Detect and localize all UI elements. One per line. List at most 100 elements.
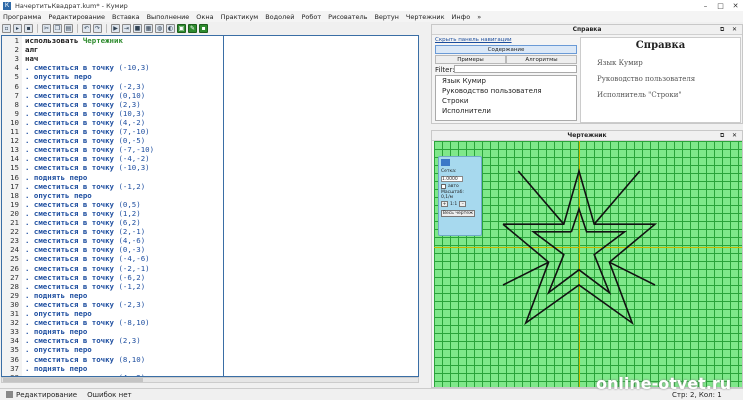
code-line[interactable]: 32 . сместиться в точку (-8,10) (2, 318, 222, 327)
grid-step-input[interactable]: 1.0000 (441, 176, 463, 182)
code-editor[interactable]: 1 использовать Чертежник 2 алг 3 нач 4 . смести… (1, 35, 419, 377)
tab-examples[interactable]: Примеры (435, 55, 506, 64)
tree-item-strings[interactable]: Строки (436, 96, 576, 106)
menu-item-7[interactable]: Робот (302, 13, 322, 21)
code-line[interactable]: 3 нач (2, 54, 222, 63)
stop-icon[interactable]: ■ (133, 24, 142, 33)
code-line[interactable]: 1 использовать Чертежник (2, 36, 222, 45)
code-line[interactable]: 34 . сместиться в точку (2,3) (2, 336, 222, 345)
tree-item-executors[interactable]: Исполнители (436, 106, 576, 116)
code-line[interactable]: 6 . сместиться в точку (-2,3) (2, 82, 222, 91)
step-icon[interactable]: ⇥ (122, 24, 131, 33)
zoom-in-button[interactable]: + (441, 201, 448, 207)
code-line[interactable]: 27 . сместиться в точку (-6,2) (2, 273, 222, 282)
tree-item-user-guide[interactable]: Руководство пользователя (436, 86, 576, 96)
code-line[interactable]: 37 . поднять перо (2, 364, 222, 373)
code-line[interactable]: 9 . сместиться в точку (10,3) (2, 109, 222, 118)
code-line[interactable]: 8 . сместиться в точку (2,3) (2, 100, 222, 109)
doc-link-strings[interactable]: Исполнитель "Строки" (597, 91, 740, 99)
menu-item-3[interactable]: Выполнение (147, 13, 190, 21)
menu-item-0[interactable]: Программа (3, 13, 41, 21)
redo-icon[interactable]: ↷ (93, 24, 102, 33)
editor-margin-divider[interactable] (223, 36, 224, 376)
fit-drawing-button[interactable]: Весь чертеж (441, 210, 475, 217)
robot-icon[interactable]: ▦ (144, 24, 153, 33)
turtle-icon[interactable]: ▣ (177, 24, 186, 33)
menu-icon[interactable] (441, 159, 450, 166)
hide-navigation-link[interactable]: Скрыть панель навигации (435, 37, 512, 43)
minimize-button[interactable]: – (698, 2, 713, 10)
code-line[interactable]: 26 . сместиться в точку (-2,-1) (2, 264, 222, 273)
info-icon[interactable]: ▪ (199, 24, 208, 33)
save-icon[interactable]: ▪ (24, 24, 33, 33)
contents-button[interactable]: Содержание (435, 45, 577, 54)
code-line[interactable]: 25 . сместиться в точку (-4,-6) (2, 254, 222, 263)
run-icon[interactable]: ▶ (111, 24, 120, 33)
filter-input[interactable] (454, 65, 577, 73)
code-token: (2,3) (118, 336, 141, 346)
ratio-label[interactable]: 1:1 (450, 202, 457, 207)
code-line[interactable]: 21 . сместиться в точку (6,2) (2, 218, 222, 227)
code-line[interactable]: 5 . опустить перо (2, 72, 222, 81)
menu-item-9[interactable]: Вертун (374, 13, 398, 21)
code-line[interactable]: 24 . сместиться в точку (0,-3) (2, 245, 222, 254)
code-line[interactable]: 29 . поднять перо (2, 291, 222, 300)
code-line[interactable]: 18 . опустить перо (2, 191, 222, 200)
code-line[interactable]: 12 . сместиться в точку (0,-5) (2, 136, 222, 145)
code-line[interactable]: 10 . сместиться в точку (4,-2) (2, 118, 222, 127)
tab-algorithms[interactable]: Алгоритмы (506, 55, 577, 64)
scrollbar-thumb[interactable] (3, 378, 143, 382)
drawing-canvas[interactable]: Сетка: 1.0000 авто Масштаб: 0,1/м +1:1– … (434, 141, 742, 387)
paste-icon[interactable]: ▤ (64, 24, 73, 33)
maximize-button[interactable]: □ (713, 2, 728, 10)
open-icon[interactable]: ▸ (13, 24, 22, 33)
close-button[interactable]: ✕ (728, 2, 743, 10)
code-line[interactable]: 33 . поднять перо (2, 327, 222, 336)
code-line[interactable]: 31 . опустить перо (2, 309, 222, 318)
code-line[interactable]: 15 . сместиться в точку (-10,3) (2, 163, 222, 172)
code-line[interactable]: 11 . сместиться в точку (7,-10) (2, 127, 222, 136)
menu-item-5[interactable]: Практикум (221, 13, 259, 21)
water-icon[interactable]: ◍ (155, 24, 164, 33)
menu-item-12[interactable]: » (477, 13, 481, 21)
code-line[interactable]: 36 . сместиться в точку (8,10) (2, 355, 222, 364)
code-line[interactable]: 30 . сместиться в точку (-2,3) (2, 300, 222, 309)
code-line[interactable]: 13 . сместиться в точку (-7,-10) (2, 145, 222, 154)
zoom-out-button[interactable]: – (459, 201, 467, 207)
copy-icon[interactable]: ❐ (53, 24, 62, 33)
code-line[interactable]: 28 . сместиться в точку (-1,2) (2, 282, 222, 291)
painter-icon[interactable]: ◐ (166, 24, 175, 33)
editor-horizontal-scrollbar[interactable] (1, 377, 419, 383)
menu-item-11[interactable]: Инфо (452, 13, 471, 21)
menu-item-8[interactable]: Рисователь (328, 13, 367, 21)
code-line[interactable]: 35 . опустить перо (2, 345, 222, 354)
code-line[interactable]: 19 . сместиться в точку (0,5) (2, 200, 222, 209)
code-line[interactable]: 7 . сместиться в точку (0,10) (2, 91, 222, 100)
draftsman-icon[interactable]: ✎ (188, 24, 197, 33)
code-line[interactable]: 4 . сместиться в точку (-10,3) (2, 63, 222, 72)
doc-link-user-guide[interactable]: Руководство пользователя (597, 75, 740, 83)
cut-icon[interactable]: ✂ (42, 24, 51, 33)
menu-item-1[interactable]: Редактирование (48, 13, 105, 21)
menu-item-10[interactable]: Чертежник (406, 13, 445, 21)
close-panel-icon[interactable]: ✕ (732, 131, 737, 141)
code-line[interactable]: 20 . сместиться в точку (1,2) (2, 209, 222, 218)
code-line[interactable]: 23 . сместиться в точку (4,-6) (2, 236, 222, 245)
menu-item-4[interactable]: Окна (196, 13, 213, 21)
code-line[interactable]: 17 . сместиться в точку (-1,2) (2, 182, 222, 191)
auto-grid-checkbox[interactable] (441, 184, 446, 189)
new-file-icon[interactable]: ▫ (2, 24, 11, 33)
float-panel-icon[interactable]: ⧉ (720, 131, 724, 141)
close-panel-icon[interactable]: ✕ (732, 25, 737, 35)
tree-item-language[interactable]: Язык Кумир (436, 76, 576, 86)
code-line[interactable]: 14 . сместиться в точку (-4,-2) (2, 154, 222, 163)
menu-item-2[interactable]: Вставка (112, 13, 140, 21)
code-line[interactable]: 2 алг (2, 45, 222, 54)
float-panel-icon[interactable]: ⧉ (720, 25, 724, 35)
undo-icon[interactable]: ↶ (82, 24, 91, 33)
code-line[interactable]: 22 . сместиться в точку (2,-1) (2, 227, 222, 236)
code-token: . сместиться в точку (25, 236, 119, 246)
code-line[interactable]: 16 . поднять перо (2, 173, 222, 182)
menu-item-6[interactable]: Водолей (265, 13, 294, 21)
doc-link-language[interactable]: Язык Кумир (597, 59, 740, 67)
